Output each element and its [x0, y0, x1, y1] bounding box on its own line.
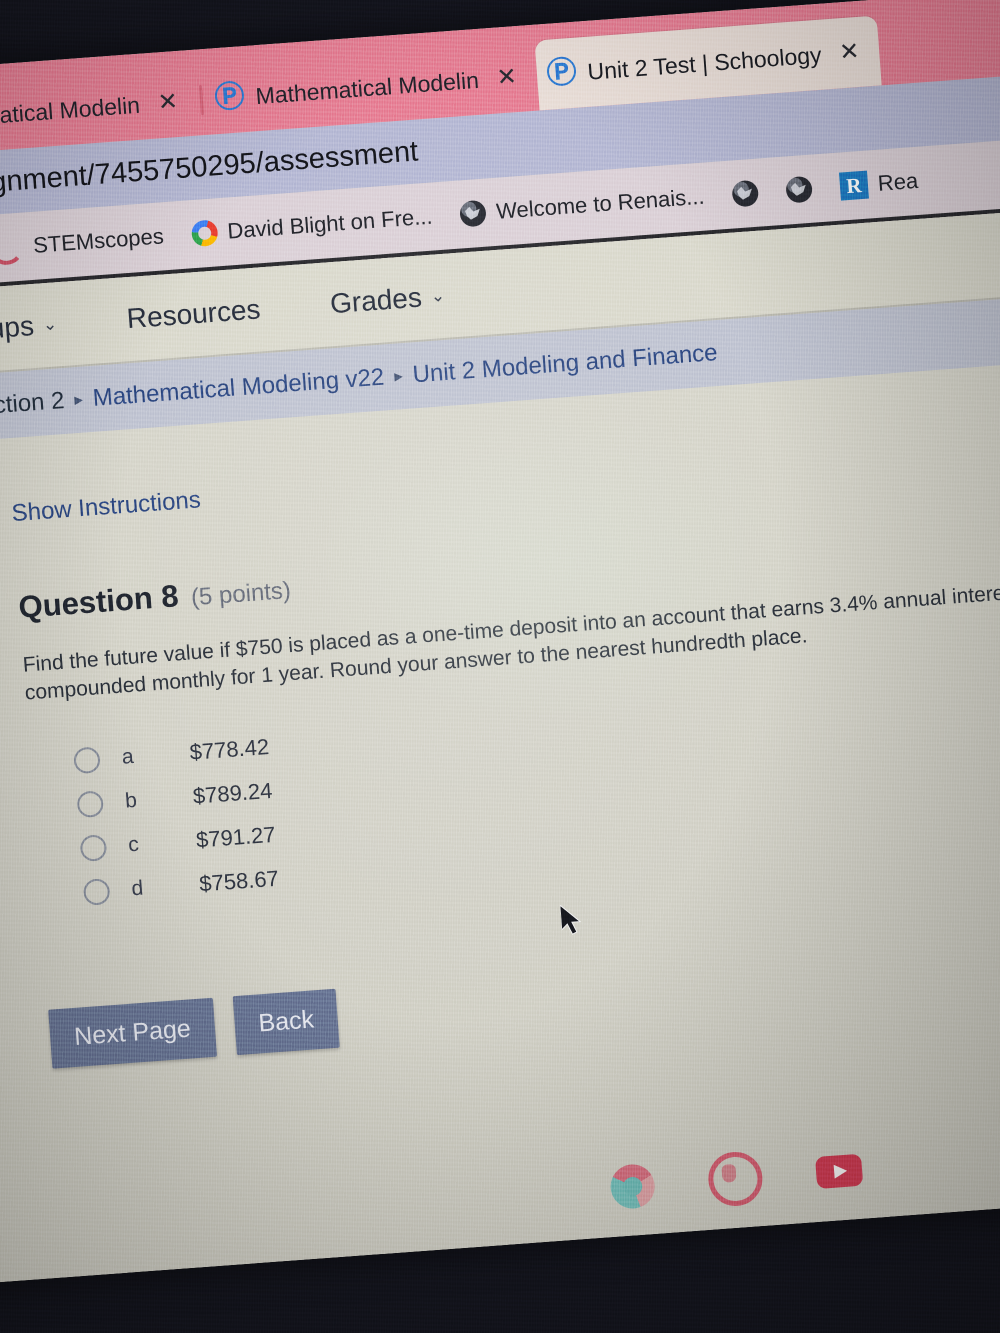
- question-number: Question 8: [17, 578, 180, 625]
- renaissance-r-icon: R: [838, 170, 869, 201]
- assessment-button-row: Next Page Back: [48, 928, 1000, 1069]
- bookmark-welcome-to-renaissance[interactable]: Welcome to Renais...: [445, 183, 719, 229]
- close-icon[interactable]: ✕: [834, 38, 864, 66]
- schoology-p-icon: Ⓟ: [213, 80, 245, 116]
- nav-item-resources[interactable]: Resources: [126, 293, 262, 335]
- bookmark-label: Rea: [876, 167, 919, 196]
- breadcrumb-arrow-icon: ▸: [73, 389, 84, 410]
- back-button[interactable]: Back: [232, 988, 341, 1055]
- browser-tab-title: Mathematical Modelin: [254, 66, 480, 109]
- choice-value: $758.67: [198, 865, 280, 897]
- choice-letter: b: [124, 788, 138, 813]
- photo-of-screen: Ⓟ Mathematical Modelin ✕ Ⓟ Mathematical …: [0, 0, 1000, 1333]
- radio-button[interactable]: [76, 789, 105, 818]
- choice-value: $789.24: [191, 777, 274, 809]
- choice-value: $791.27: [195, 821, 277, 853]
- choice-letter: d: [130, 876, 145, 901]
- bookmark-label: Welcome to Renais...: [495, 183, 706, 224]
- bookmark-label: David Blight on Fre...: [226, 203, 434, 244]
- radio-button[interactable]: [82, 877, 111, 906]
- bookmark-stemscopes[interactable]: STEMscopes: [0, 218, 179, 267]
- chevron-down-icon: ⌄: [42, 314, 58, 335]
- nav-item-label: Resources: [125, 293, 262, 335]
- youtube-icon[interactable]: [815, 1153, 864, 1189]
- radio-button[interactable]: [73, 746, 101, 774]
- bookmark-label: STEMscopes: [32, 223, 165, 258]
- breadcrumb-item-folder[interactable]: Mathematical Modeling v22: [92, 364, 385, 413]
- nav-item-label: Groups: [0, 310, 35, 348]
- choice-value: $778.42: [188, 733, 270, 765]
- bookmark-renaissance[interactable]: R Rea: [825, 166, 933, 202]
- question-points: (5 points): [190, 576, 292, 612]
- close-icon[interactable]: ✕: [492, 63, 522, 91]
- chrome-icon[interactable]: [609, 1162, 657, 1211]
- choice-letter: a: [121, 744, 135, 769]
- next-page-button[interactable]: Next Page: [48, 997, 217, 1069]
- tab-divider: [198, 85, 204, 116]
- chevron-down-icon: ⌄: [430, 285, 446, 306]
- nav-item-groups[interactable]: Groups ⌄: [0, 308, 58, 348]
- nav-item-label: Grades: [329, 281, 423, 320]
- stemscopes-icon: [0, 229, 25, 267]
- breadcrumb-item-course[interactable]: ng (1 cr): Section 2: [0, 387, 65, 430]
- browser-tab-title: Mathematical Modelin: [0, 91, 141, 134]
- choice-letter: c: [127, 832, 140, 857]
- bookmark-globe-3[interactable]: [771, 175, 827, 205]
- google-icon: [190, 219, 219, 248]
- app-circle-icon[interactable]: [706, 1150, 765, 1208]
- schoology-p-icon: Ⓟ: [545, 55, 577, 91]
- breadcrumb-arrow-icon: ▸: [393, 366, 404, 386]
- globe-icon: [731, 179, 760, 208]
- globe-icon: [785, 175, 813, 204]
- bookmark-david-blight[interactable]: David Blight on Fre...: [177, 203, 448, 249]
- globe-icon: [459, 199, 488, 228]
- browser-tab-title: Unit 2 Test | Schoology: [586, 41, 823, 85]
- radio-button[interactable]: [79, 833, 108, 862]
- bookmark-globe-2[interactable]: [717, 179, 773, 209]
- schoology-page: Groups ⌄ Resources Grades ⌄ ng (1 cr): S…: [0, 204, 1000, 1288]
- laptop-screen: Ⓟ Mathematical Modelin ✕ Ⓟ Mathematical …: [0, 0, 1000, 1288]
- answer-choices: a $778.42 b $789.24 c $791.27 d $758.67: [72, 660, 1000, 914]
- show-instructions-link[interactable]: Show Instructions: [11, 418, 1000, 528]
- nav-item-grades[interactable]: Grades ⌄: [329, 280, 446, 320]
- close-icon[interactable]: ✕: [153, 88, 183, 116]
- breadcrumb-item-unit[interactable]: Unit 2 Modeling and Finance: [412, 339, 719, 389]
